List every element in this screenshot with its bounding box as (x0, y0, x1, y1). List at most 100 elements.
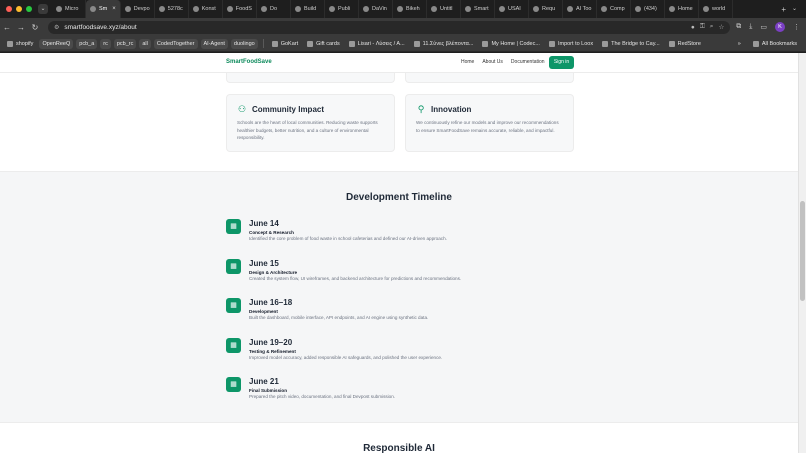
tab-label: DaVin (371, 6, 387, 12)
timeline-phase: Design & Architecture (249, 269, 298, 275)
tab-label: world (711, 6, 726, 12)
tab-favicon-icon (362, 6, 369, 12)
folder-icon (752, 40, 759, 47)
browser-tab[interactable]: Untitl (427, 0, 461, 18)
site-info-icon[interactable]: ⚙ (54, 24, 59, 31)
key-icon[interactable]: ⚿ (700, 23, 705, 31)
bookmark-item[interactable]: AI-Agent (200, 38, 228, 49)
bookmark-item[interactable]: CodedTogether (153, 38, 198, 49)
sign-in-button[interactable]: Sign in (549, 56, 574, 69)
page-scrollbar[interactable] (798, 53, 806, 453)
bookmark-label: pcb_a (79, 40, 95, 47)
forward-icon[interactable]: → (14, 23, 28, 32)
tab-label: Requ (541, 6, 556, 12)
bookmark-item[interactable]: all (139, 38, 151, 49)
nav-link-documentation[interactable]: Documentation (511, 59, 545, 65)
card-title-row: ⚲ Innovation (416, 104, 563, 114)
browser-tab[interactable]: world (699, 0, 733, 18)
timeline-date: June 19–20 (249, 337, 293, 347)
tab-favicon-icon (226, 6, 233, 12)
bookmark-item[interactable]: 11.Σύνες βλέποντα... (411, 39, 477, 49)
card-innovation: ⚲ Innovation We continuously refine our … (405, 94, 574, 152)
zoom-icon[interactable]: ⌕ (710, 23, 714, 31)
bookmarks-overflow-icon[interactable]: » (735, 39, 744, 49)
tab-label: AI Too (575, 6, 592, 12)
tab-label: (434) (643, 6, 657, 12)
bookmark-item[interactable]: Lisari - Λύσεις / Α... (346, 39, 408, 49)
bookmark-favicon-icon (307, 40, 314, 47)
sidebar-icon[interactable]: ▭ (760, 23, 767, 31)
browser-tab[interactable]: Comp (597, 0, 631, 18)
new-tab-button[interactable]: + (775, 5, 792, 14)
bookmark-item[interactable]: My Home | Codec... (479, 39, 543, 49)
bookmark-item[interactable]: RedStore (666, 39, 704, 49)
timeline-item: ▦ June 15 Design & Architecture Created the… (226, 258, 586, 291)
timeline-description: Prepared the pitch video, documentation,… (249, 394, 396, 399)
chevron-down-icon[interactable]: ⌄ (792, 4, 802, 14)
browser-tab[interactable]: Publi (325, 0, 359, 18)
profile-avatar[interactable]: K (775, 22, 785, 32)
bookmark-item[interactable]: Import to Loox (546, 39, 596, 49)
site-header: SmartFoodSave Home About Us Documentatio… (0, 53, 798, 73)
browser-tab[interactable]: Sm × (86, 0, 121, 18)
close-tab-icon[interactable]: × (112, 6, 116, 12)
browser-tab[interactable]: Bikeh (393, 0, 427, 18)
bookmark-item[interactable]: The Bridge to Cay... (599, 39, 663, 49)
card-top-right (405, 73, 574, 83)
close-window-button[interactable] (6, 6, 12, 12)
bookmark-item[interactable]: duolingo (230, 38, 258, 49)
browser-tab[interactable]: Konst (189, 0, 223, 18)
site-logo[interactable]: SmartFoodSave (226, 59, 272, 65)
timeline-item: ▦ June 19–20 Testing & Refinement Improved … (226, 337, 586, 370)
browser-tab[interactable]: AI Too (563, 0, 597, 18)
maximize-window-button[interactable] (26, 6, 32, 12)
browser-tab[interactable]: DaVin (359, 0, 393, 18)
reload-icon[interactable]: ↻ (28, 23, 42, 32)
browser-tab[interactable]: Home (665, 0, 699, 18)
browser-tab[interactable]: FoodS (223, 0, 257, 18)
bookmark-favicon-icon (348, 40, 355, 47)
nav-link-home[interactable]: Home (461, 59, 474, 65)
back-icon[interactable]: ← (0, 23, 14, 32)
url-text[interactable]: smartfoodsave.xyz/about (64, 24, 686, 31)
minimize-window-button[interactable] (16, 6, 22, 12)
tab-favicon-icon (124, 6, 131, 12)
bookmark-item[interactable]: Gift cards (304, 39, 343, 49)
bookmark-item[interactable]: shopify (4, 39, 36, 49)
bookmark-item[interactable]: OpenReeQ (39, 38, 74, 49)
browser-tab[interactable]: 5278c (155, 0, 189, 18)
bookmark-item[interactable]: GoKart (269, 39, 301, 49)
browser-tab[interactable]: Micro (52, 0, 86, 18)
calendar-icon: ▦ (226, 258, 241, 274)
browser-tab[interactable]: Requ (529, 0, 563, 18)
more-menu-icon[interactable]: ⋮ (793, 23, 800, 31)
github-icon[interactable]: ● (691, 24, 695, 31)
page-viewport: SmartFoodSave Home About Us Documentatio… (0, 53, 798, 453)
omnibox[interactable]: ⚙ smartfoodsave.xyz/about ● ⚿ ⌕ ☆ (48, 20, 731, 34)
people-icon: ⚇ (237, 104, 247, 114)
timeline-item: ▦ June 21 Final Submission Prepared the pit… (226, 377, 586, 409)
values-cards-section: ⚇ Community Impact Schools are the heart… (0, 73, 798, 171)
bookmark-item[interactable]: rc (100, 38, 111, 49)
calendar-icon: ▦ (226, 219, 241, 234)
all-bookmarks-button[interactable]: All Bookmarks (750, 39, 800, 49)
browser-tab[interactable]: Devpo (121, 0, 155, 18)
download-icon[interactable]: ⤓ (749, 23, 752, 31)
nav-link-about[interactable]: About Us (482, 59, 503, 65)
browser-tab[interactable]: (434) (631, 0, 665, 18)
extensions-icon[interactable]: ⧉ (736, 23, 741, 31)
browser-tab[interactable]: Build (291, 0, 325, 18)
star-icon[interactable]: ☆ (718, 23, 724, 31)
responsible-ai-section: Responsible AI (0, 423, 798, 453)
tab-label: Devpo (133, 6, 150, 12)
scrollbar-thumb[interactable] (800, 201, 805, 301)
browser-tab[interactable]: Do (257, 0, 291, 18)
tab-search-icon[interactable]: ⌄ (38, 4, 48, 14)
bookmark-item[interactable]: pcb_a (76, 38, 98, 49)
browser-tab[interactable]: USAI (495, 0, 529, 18)
tab-favicon-icon (158, 6, 165, 12)
browser-tab[interactable]: Smart (461, 0, 495, 18)
bookmark-item[interactable]: pcb_rc (113, 38, 137, 49)
tab-label: Home (677, 6, 693, 12)
site-nav: Home About Us Documentation (461, 59, 545, 65)
